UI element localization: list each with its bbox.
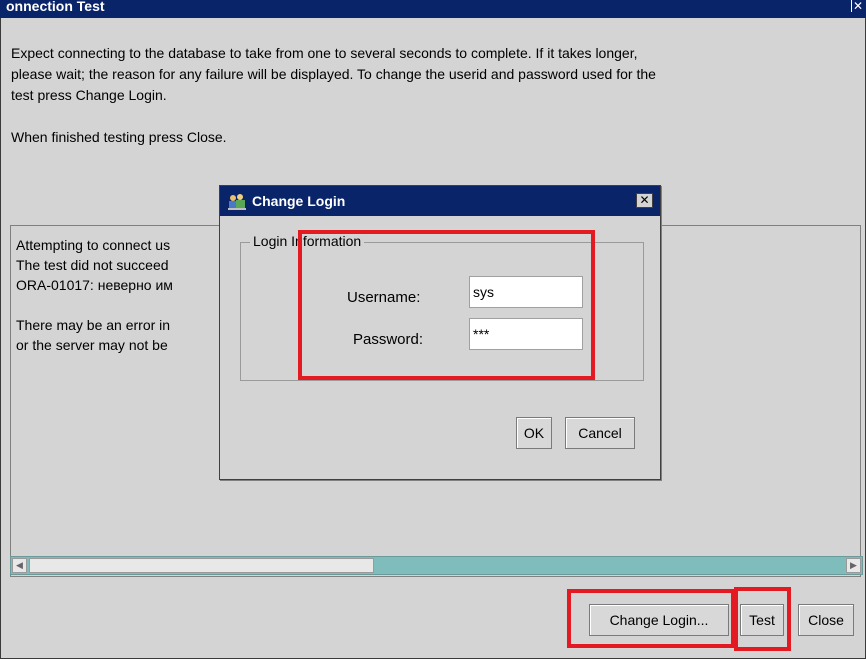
instruction-line: test press Change Login. bbox=[11, 87, 167, 103]
scroll-left-icon[interactable]: ◀ bbox=[12, 558, 27, 573]
instruction-line: When finished testing press Close. bbox=[11, 129, 227, 145]
dialog-titlebar[interactable]: Change Login ✕ bbox=[220, 186, 660, 216]
dialog-close-icon[interactable]: ✕ bbox=[636, 193, 653, 208]
close-button[interactable]: Close bbox=[798, 604, 854, 636]
test-button[interactable]: Test bbox=[740, 604, 784, 636]
window-title: onnection Test bbox=[6, 0, 105, 14]
scroll-right-icon[interactable]: ▶ bbox=[846, 558, 861, 573]
window-titlebar[interactable]: onnection Test ✕ bbox=[0, 0, 866, 18]
password-label: Password: bbox=[353, 331, 424, 348]
change-login-dialog: Change Login ✕ Login Information Usernam… bbox=[219, 185, 661, 480]
instructions-text: Expect connecting to the database to tak… bbox=[11, 43, 861, 148]
password-field[interactable]: *** bbox=[469, 318, 583, 350]
username-field[interactable]: sys bbox=[469, 276, 583, 308]
username-label: Username: bbox=[347, 289, 421, 306]
users-icon bbox=[228, 194, 246, 210]
dialog-title: Change Login bbox=[252, 193, 346, 209]
group-label: Login Information bbox=[250, 233, 365, 249]
scrollbar-thumb[interactable] bbox=[29, 558, 374, 573]
window-close-icon[interactable]: ✕ bbox=[851, 0, 864, 12]
ok-button[interactable]: OK bbox=[516, 417, 552, 449]
cancel-button[interactable]: Cancel bbox=[565, 417, 635, 449]
horizontal-scrollbar[interactable]: ◀ ▶ bbox=[10, 556, 863, 575]
login-information-group: Login Information Username: sys Password… bbox=[240, 233, 644, 381]
change-login-button[interactable]: Change Login... bbox=[589, 604, 729, 636]
instruction-line: please wait; the reason for any failure … bbox=[11, 66, 656, 82]
instruction-line: Expect connecting to the database to tak… bbox=[11, 45, 638, 61]
